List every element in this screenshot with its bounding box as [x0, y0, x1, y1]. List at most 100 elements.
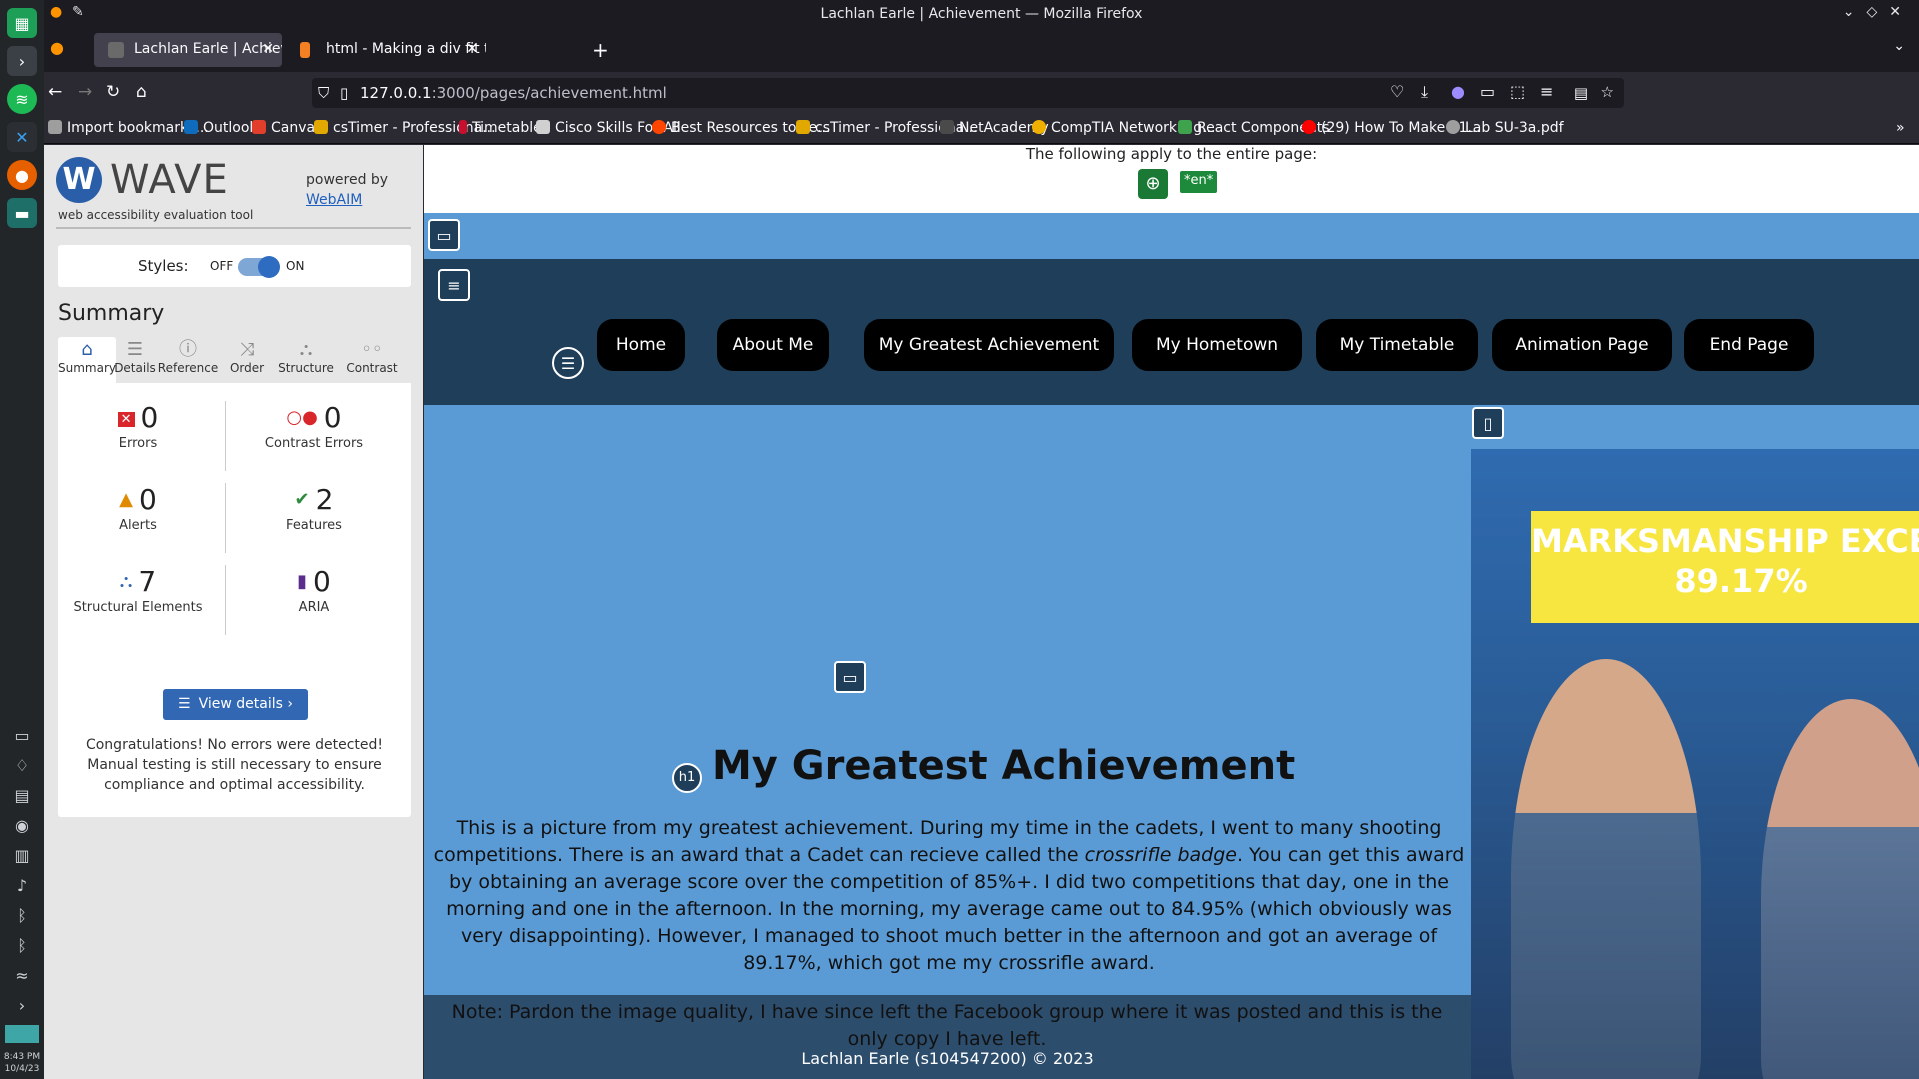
shield-icon[interactable]: ⛉: [318, 84, 329, 102]
url-path: :3000/pages/achievement.html: [431, 84, 667, 102]
terminal-icon[interactable]: ›: [7, 46, 37, 76]
error-icon: ✕: [117, 412, 135, 427]
list-structure-icon[interactable]: ☰: [552, 347, 584, 379]
bookmark-label: Timetable: [472, 120, 542, 136]
stat-features[interactable]: ✔ 2 Features: [234, 483, 394, 533]
tab-achievement[interactable]: Lachlan Earle | Achievement ✕: [94, 33, 282, 67]
clipboard-icon[interactable]: ▤: [11, 785, 33, 807]
new-tab-button[interactable]: +: [592, 38, 609, 62]
close-tab-icon[interactable]: ✕: [262, 41, 274, 57]
window-titlebar: ● ✎ Lachlan Earle | Achievement — Mozill…: [44, 0, 1919, 28]
window-title: Lachlan Earle | Achievement — Mozilla Fi…: [820, 6, 1143, 22]
firefox-view-icon[interactable]: ●: [50, 38, 64, 57]
close-tab-icon[interactable]: ✕: [466, 41, 478, 57]
expand-tray-icon[interactable]: ›: [11, 995, 33, 1017]
notification-icon[interactable]: ♢: [11, 755, 33, 777]
menu-icon[interactable]: ≡: [1540, 82, 1553, 101]
language-badge[interactable]: *en*: [1180, 171, 1218, 193]
back-button[interactable]: ←: [48, 82, 62, 102]
nav-hometown[interactable]: My Hometown: [1132, 319, 1302, 371]
show-desktop-icon[interactable]: ▭: [11, 725, 33, 747]
bluetooth-icon[interactable]: ᛒ: [11, 935, 33, 957]
tab-label: Order: [229, 361, 265, 375]
structure-element-icon: ⛬: [119, 571, 133, 592]
main-region-icon[interactable]: ▭: [834, 661, 866, 693]
extension-icon[interactable]: ●: [1451, 82, 1465, 101]
firefox-icon[interactable]: ●: [7, 160, 37, 190]
structural-label: Structural Elements: [73, 600, 203, 615]
h1-icon[interactable]: h1: [672, 763, 702, 793]
congrats-message: Congratulations! No errors were detected…: [85, 737, 384, 793]
app-menu-icon[interactable]: ▦: [7, 8, 37, 38]
nav-animation-page[interactable]: Animation Page: [1492, 319, 1672, 371]
bookmarks-toolbar: Import bookmarks... Outlook Canvas csTim…: [44, 114, 1919, 144]
stat-alerts[interactable]: ▲ 0 Alerts: [58, 483, 218, 533]
tab-stackoverflow[interactable]: html - Making a div fit the ✕: [286, 33, 486, 67]
tab-structure[interactable]: ⛬ Structure: [274, 337, 338, 383]
wave-sidebar: W WAVE web accessibility evaluation tool…: [44, 145, 423, 1079]
nav-greatest-achievement[interactable]: My Greatest Achievement: [864, 319, 1114, 371]
workspace-indicator[interactable]: [5, 1025, 39, 1043]
reader-view-icon[interactable]: ▤: [1574, 84, 1588, 102]
feature-icon: ✔: [294, 489, 310, 510]
nav-timetable[interactable]: My Timetable: [1316, 319, 1478, 371]
extensions-icon[interactable]: ⬚: [1510, 82, 1525, 101]
styles-toggle[interactable]: [238, 256, 280, 278]
wifi-icon[interactable]: ≈: [11, 965, 33, 987]
header-region-icon[interactable]: ▭: [428, 219, 460, 251]
structure-icon: ⛬: [299, 339, 313, 360]
canvas-icon: [252, 120, 266, 134]
tab-order[interactable]: ⤨ Order: [218, 337, 276, 383]
home-button[interactable]: ⌂: [136, 82, 147, 102]
bluetooth-tray-icon[interactable]: ᛒ: [11, 905, 33, 927]
clock[interactable]: 8:43 PM 10/4/23: [4, 1051, 40, 1075]
tab-contrast[interactable]: ◦◦ Contrast: [340, 337, 404, 383]
bookmark-item[interactable]: Timetable: [459, 120, 542, 136]
apply-text: The following apply to the entire page:: [1025, 145, 1318, 163]
nav-end-page[interactable]: End Page: [1684, 319, 1814, 371]
forward-button[interactable]: →: [78, 82, 92, 102]
updates-icon[interactable]: ◉: [11, 815, 33, 837]
aside-region-icon[interactable]: ▯: [1472, 407, 1504, 439]
webaim-link[interactable]: WebAIM: [306, 192, 362, 208]
tab-label: Lachlan Earle | Achievement: [134, 41, 282, 57]
errors-count: 0: [140, 401, 159, 434]
divider: [225, 483, 226, 553]
navigation-region-icon[interactable]: ≡: [438, 269, 470, 301]
stat-contrast-errors[interactable]: ○● 0 Contrast Errors: [234, 401, 394, 451]
bookmark-item[interactable]: Lab SU-3a.pdf: [1446, 120, 1564, 136]
cast-icon[interactable]: ▭: [1480, 82, 1495, 101]
more-bookmarks-icon[interactable]: »: [1896, 120, 1905, 136]
page-heading: My Greatest Achievement: [712, 743, 1296, 789]
tab-label: Structure: [278, 361, 334, 375]
volume-muted-icon[interactable]: ♪: [11, 875, 33, 897]
tab-bar: ● Lachlan Earle | Achievement ✕ html - M…: [44, 28, 1919, 72]
wave-tab-bar: ⌂ Summary ☰ Details ⓘ Reference ⤨ Order …: [58, 337, 411, 383]
page-icon[interactable]: ▯: [340, 84, 348, 102]
vscode-icon[interactable]: ✕: [7, 122, 37, 152]
window-icon[interactable]: ▬: [7, 198, 37, 228]
bookmark-label: Lab SU-3a.pdf: [1465, 120, 1564, 136]
nav-home[interactable]: Home: [597, 319, 685, 371]
pocket-icon[interactable]: ♡: [1390, 82, 1404, 101]
clipboard-history-icon[interactable]: ▥: [11, 845, 33, 867]
bookmark-item[interactable]: Canvas: [252, 120, 322, 136]
stat-aria[interactable]: ▮ 0 ARIA: [234, 565, 394, 615]
downloads-icon[interactable]: ⤓: [1421, 82, 1428, 102]
bookmark-star-icon[interactable]: ☆: [1601, 83, 1614, 101]
stat-structural[interactable]: ⛬ 7 Structural Elements: [58, 565, 218, 615]
bookmark-item[interactable]: Outlook: [184, 120, 258, 136]
nav-about-me[interactable]: About Me: [717, 319, 829, 371]
stat-errors[interactable]: ✕ 0 Errors: [58, 401, 218, 451]
view-details-button[interactable]: ☰ View details ›: [163, 689, 308, 720]
list-all-tabs-icon[interactable]: ⌄: [1893, 38, 1905, 54]
url-host: 127.0.0.1: [360, 84, 432, 102]
reload-button[interactable]: ↻: [106, 82, 120, 102]
wave-tagline: web accessibility evaluation tool: [58, 208, 254, 222]
clock-date: 10/4/23: [4, 1064, 40, 1074]
globe-icon[interactable]: ⊕: [1138, 169, 1168, 199]
tab-reference[interactable]: ⓘ Reference: [156, 337, 220, 383]
spotify-icon[interactable]: ≋: [7, 84, 37, 114]
window-controls[interactable]: ⌄◇✕: [1843, 4, 1913, 20]
timetable-icon: [459, 120, 467, 134]
